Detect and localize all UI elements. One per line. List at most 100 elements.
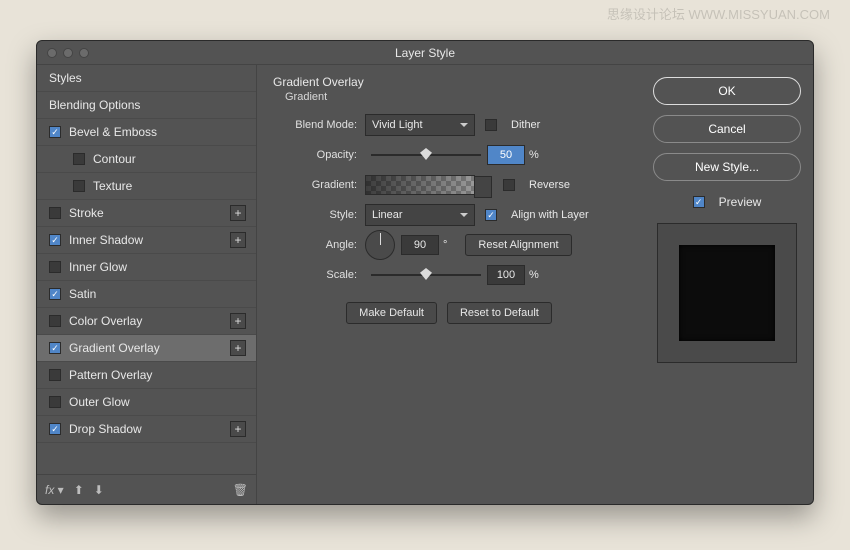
checkbox-icon[interactable] [73, 153, 85, 165]
sidebar-item-label: Satin [69, 287, 96, 301]
style-dropdown[interactable]: Linear [365, 204, 475, 226]
add-effect-icon[interactable]: + [230, 313, 246, 329]
styles-sidebar: Styles Blending Options Bevel & Emboss Cont… [37, 65, 257, 504]
style-label: Style: [273, 209, 365, 221]
right-panel: OK Cancel New Style... Preview [641, 65, 813, 504]
sidebar-item-label: Stroke [69, 206, 104, 220]
minimize-icon[interactable] [63, 48, 73, 58]
window-title: Layer Style [37, 41, 813, 65]
sidebar-item-label: Color Overlay [69, 314, 142, 328]
make-default-button[interactable]: Make Default [346, 302, 437, 324]
sidebar-item-satin[interactable]: Satin [37, 281, 256, 308]
sidebar-item-label: Drop Shadow [69, 422, 142, 436]
angle-input[interactable]: 90 [401, 235, 439, 255]
reverse-label: Reverse [529, 179, 570, 191]
angle-label: Angle: [273, 239, 365, 251]
window-body: Styles Blending Options Bevel & Emboss Cont… [37, 65, 813, 504]
sidebar-item-inner-glow[interactable]: Inner Glow [37, 254, 256, 281]
sidebar-item-color-overlay[interactable]: Color Overlay + [37, 308, 256, 335]
reset-alignment-button[interactable]: Reset Alignment [465, 234, 571, 256]
window-controls [47, 48, 89, 58]
sidebar-footer: fx ▾ ⬆ ⬇ 🗑 [37, 474, 256, 504]
sidebar-item-bevel-emboss[interactable]: Bevel & Emboss [37, 119, 256, 146]
percent-unit: % [529, 269, 539, 281]
trash-icon[interactable]: 🗑 [233, 483, 248, 497]
gradient-label: Gradient: [273, 179, 365, 191]
move-down-icon[interactable]: ⬇ [94, 483, 104, 497]
dither-label: Dither [511, 119, 540, 131]
checkbox-icon[interactable] [49, 342, 61, 354]
checkbox-icon [503, 179, 515, 191]
opacity-slider[interactable] [371, 145, 481, 165]
scale-slider[interactable] [371, 265, 481, 285]
checkbox-icon[interactable] [73, 180, 85, 192]
sidebar-item-stroke[interactable]: Stroke + [37, 200, 256, 227]
add-effect-icon[interactable]: + [230, 421, 246, 437]
sidebar-item-label: Bevel & Emboss [69, 125, 157, 139]
add-effect-icon[interactable]: + [230, 205, 246, 221]
align-layer-checkbox[interactable]: Align with Layer [485, 209, 589, 221]
new-style-button[interactable]: New Style... [653, 153, 801, 181]
checkbox-icon[interactable] [49, 288, 61, 300]
checkbox-icon [485, 119, 497, 131]
add-effect-icon[interactable]: + [230, 232, 246, 248]
checkbox-icon[interactable] [49, 315, 61, 327]
zoom-icon[interactable] [79, 48, 89, 58]
sidebar-item-label: Outer Glow [69, 395, 130, 409]
preview-box [657, 223, 797, 363]
checkbox-icon[interactable] [49, 261, 61, 273]
ok-button[interactable]: OK [653, 77, 801, 105]
angle-unit: ° [443, 239, 447, 251]
sidebar-item-label: Styles [49, 71, 82, 85]
opacity-label: Opacity: [273, 149, 365, 161]
add-effect-icon[interactable]: + [230, 340, 246, 356]
styles-list: Styles Blending Options Bevel & Emboss Cont… [37, 65, 256, 474]
preview-swatch [679, 245, 775, 341]
angle-dial[interactable] [365, 230, 395, 260]
settings-panel: Gradient Overlay Gradient Blend Mode: Vi… [257, 65, 641, 504]
sidebar-item-label: Blending Options [49, 98, 140, 112]
panel-subtitle: Gradient [285, 91, 625, 103]
close-icon[interactable] [47, 48, 57, 58]
sidebar-item-label: Contour [93, 152, 136, 166]
panel-title: Gradient Overlay [273, 75, 625, 89]
checkbox-icon[interactable] [49, 126, 61, 138]
preview-label: Preview [719, 195, 762, 209]
move-up-icon[interactable]: ⬆ [74, 483, 84, 497]
align-label: Align with Layer [511, 209, 589, 221]
fx-menu-icon[interactable]: fx ▾ [45, 483, 64, 497]
checkbox-icon [693, 196, 705, 208]
gradient-picker[interactable] [365, 175, 475, 195]
dither-checkbox[interactable]: Dither [485, 119, 540, 131]
checkbox-icon[interactable] [49, 369, 61, 381]
preview-checkbox[interactable]: Preview [653, 195, 801, 209]
checkbox-icon[interactable] [49, 207, 61, 219]
sidebar-item-label: Gradient Overlay [69, 341, 160, 355]
sidebar-item-styles[interactable]: Styles [37, 65, 256, 92]
checkbox-icon[interactable] [49, 396, 61, 408]
reset-to-default-button[interactable]: Reset to Default [447, 302, 552, 324]
checkbox-icon [485, 209, 497, 221]
sidebar-item-outer-glow[interactable]: Outer Glow [37, 389, 256, 416]
sidebar-item-contour[interactable]: Contour [37, 146, 256, 173]
sidebar-item-gradient-overlay[interactable]: Gradient Overlay + [37, 335, 256, 362]
sidebar-item-label: Pattern Overlay [69, 368, 152, 382]
sidebar-item-label: Texture [93, 179, 132, 193]
opacity-input[interactable]: 50 [487, 145, 525, 165]
sidebar-item-texture[interactable]: Texture [37, 173, 256, 200]
sidebar-item-blending-options[interactable]: Blending Options [37, 92, 256, 119]
sidebar-item-label: Inner Glow [69, 260, 127, 274]
reverse-checkbox[interactable]: Reverse [503, 179, 570, 191]
sidebar-item-pattern-overlay[interactable]: Pattern Overlay [37, 362, 256, 389]
checkbox-icon[interactable] [49, 234, 61, 246]
blend-mode-label: Blend Mode: [273, 119, 365, 131]
blend-mode-dropdown[interactable]: Vivid Light [365, 114, 475, 136]
sidebar-item-label: Inner Shadow [69, 233, 143, 247]
sidebar-item-inner-shadow[interactable]: Inner Shadow + [37, 227, 256, 254]
scale-input[interactable]: 100 [487, 265, 525, 285]
watermark-text: 思缘设计论坛 WWW.MISSYUAN.COM [607, 4, 830, 23]
checkbox-icon[interactable] [49, 423, 61, 435]
scale-label: Scale: [273, 269, 365, 281]
sidebar-item-drop-shadow[interactable]: Drop Shadow + [37, 416, 256, 443]
cancel-button[interactable]: Cancel [653, 115, 801, 143]
